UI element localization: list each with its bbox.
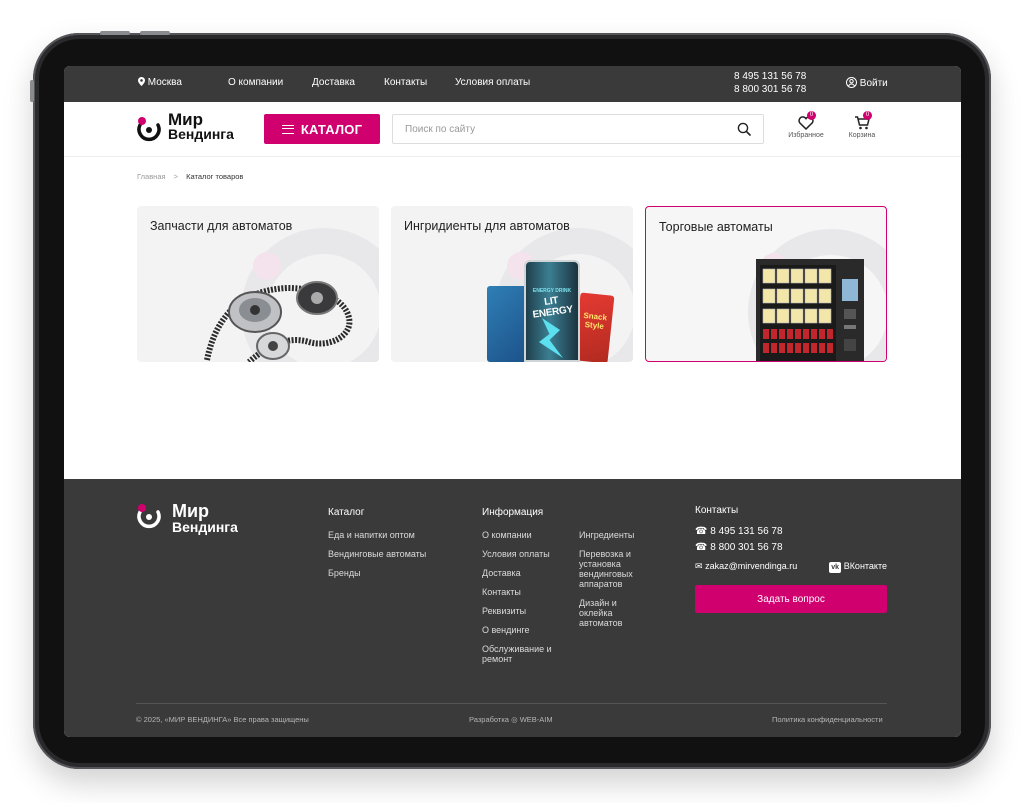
privacy-policy-link[interactable]: Политика конфиденциальности — [772, 715, 883, 724]
footer-vk-link[interactable]: vk ВКонтакте — [829, 561, 887, 573]
category-title: Запчасти для автоматов — [150, 219, 293, 233]
footer-link[interactable]: Реквизиты — [482, 606, 562, 616]
footer-info-title: Информация — [482, 507, 544, 518]
site-logo[interactable]: Мир Вендинга — [136, 110, 234, 142]
footer-logo-line-1: Мир — [172, 501, 210, 521]
browser-screen: Москва О компании Доставка Контакты Усло… — [64, 66, 961, 737]
footer-info-column: Информация О компании Условия оплаты Дос… — [482, 507, 562, 673]
cart-icon — [854, 116, 870, 132]
footer-divider — [136, 703, 887, 704]
footer-phone-2[interactable]: ☎ 8 800 301 56 78 — [695, 542, 887, 553]
breadcrumb-home[interactable]: Главная — [137, 172, 166, 181]
favorites-link[interactable]: 0 Избранное — [782, 111, 830, 139]
category-card-ingredients[interactable]: Ингридиенты для автоматов Snack Style EN… — [391, 206, 633, 362]
footer-link[interactable]: О компании — [482, 530, 562, 540]
snack-pack-label: Snack Style — [582, 310, 608, 331]
logo-mark-icon — [136, 503, 162, 534]
nav-payment[interactable]: Условия оплаты — [455, 77, 530, 88]
category-title: Ингридиенты для автоматов — [404, 219, 570, 233]
nav-about[interactable]: О компании — [228, 77, 283, 88]
tablet-button — [100, 31, 130, 35]
footer-catalog-title: Каталог — [328, 507, 365, 518]
city-selector[interactable]: Москва — [138, 77, 182, 88]
breadcrumb-current: Каталог товаров — [186, 172, 244, 181]
footer-email[interactable]: ✉ zakaz@mirvendinga.ru — [695, 561, 797, 573]
footer-link[interactable]: Еда и напитки оптом — [328, 530, 426, 540]
footer-vk-text: ВКонтакте — [843, 561, 887, 571]
footer-phone-1[interactable]: ☎ 8 495 131 56 78 — [695, 526, 887, 537]
favorites-count-badge: 0 — [807, 111, 816, 120]
location-pin-icon — [138, 77, 145, 86]
footer-link[interactable]: Ингредиенты — [579, 530, 647, 540]
energy-drink-can-image: ENERGY DRINK LIT ENERGY — [524, 260, 580, 362]
footer-link[interactable]: Контакты — [482, 587, 562, 597]
menu-icon — [281, 124, 294, 134]
footer-link[interactable]: Доставка — [482, 568, 562, 578]
category-card-vending-machines[interactable]: Торговые автоматы — [645, 206, 887, 362]
cart-count-badge: 0 — [863, 111, 872, 120]
phone-icon: ☎ — [695, 526, 708, 537]
search-placeholder: Поиск по сайту — [405, 124, 476, 135]
developer-credit[interactable]: Разработка ◎ WEB-AIM — [469, 715, 553, 724]
tablet-button — [140, 31, 170, 35]
catalog-button[interactable]: КАТАЛОГ — [264, 114, 380, 144]
footer-link[interactable]: О вендинге — [482, 625, 562, 635]
top-bar: Москва О компании Доставка Контакты Усло… — [64, 66, 961, 102]
search-icon[interactable] — [737, 122, 751, 141]
phone-icon: ☎ — [695, 542, 708, 553]
favorites-label: Избранное — [788, 132, 824, 139]
footer-contacts-title: Контакты — [695, 505, 739, 516]
catalog-button-label: КАТАЛОГ — [300, 121, 363, 137]
search-input[interactable]: Поиск по сайту — [392, 114, 764, 144]
footer-email-vk-row: ✉ zakaz@mirvendinga.ru vk ВКонтакте — [695, 561, 887, 573]
nav-delivery[interactable]: Доставка — [312, 77, 355, 88]
footer-link[interactable]: Вендинговые автоматы — [328, 549, 426, 559]
developer-prefix: Разработка — [469, 715, 509, 724]
footer-phone-2-text: 8 800 301 56 78 — [710, 542, 783, 553]
developer-name: WEB-AIM — [519, 715, 553, 724]
phone-2[interactable]: 8 800 301 56 78 — [734, 83, 806, 96]
mail-icon: ✉ — [695, 561, 703, 571]
vending-machine-image — [756, 259, 864, 361]
logo-line-2: Вендинга — [168, 126, 234, 142]
footer-info-column-2: Ингредиенты Перевозка и установка вендин… — [579, 530, 647, 637]
footer-link[interactable]: Перевозка и установка вендинговых аппара… — [579, 549, 647, 589]
user-icon — [846, 77, 857, 91]
copyright-text: © 2025, «МИР ВЕНДИНГА» Все права защищен… — [136, 715, 309, 724]
nav-contacts[interactable]: Контакты — [384, 77, 427, 88]
site-footer: Мир Вендинга Каталог Еда и напитки оптом… — [64, 479, 961, 737]
footer-link[interactable]: Дизайн и оклейка автоматов — [579, 598, 647, 628]
login-label: Войти — [859, 78, 888, 89]
city-label: Москва — [147, 77, 182, 88]
phone-1[interactable]: 8 495 131 56 78 — [734, 70, 806, 83]
globe-icon: ◎ — [511, 715, 518, 724]
footer-catalog-column: Каталог Еда и напитки оптом Вендинговые … — [328, 507, 426, 587]
footer-email-text: zakaz@mirvendinga.ru — [705, 561, 798, 571]
ask-question-button[interactable]: Задать вопрос — [695, 585, 887, 613]
footer-phone-1-text: 8 495 131 56 78 — [710, 526, 783, 537]
tablet-button — [30, 80, 34, 102]
cart-link[interactable]: 0 Корзина — [842, 111, 882, 139]
cart-label: Корзина — [848, 132, 876, 139]
logo-line-1: Мир — [168, 110, 203, 129]
timing-belt-image — [204, 281, 353, 362]
header-phones: 8 495 131 56 78 8 800 301 56 78 — [734, 70, 806, 96]
category-card-parts[interactable]: Запчасти для автоматов — [137, 206, 379, 362]
footer-link[interactable]: Бренды — [328, 568, 426, 578]
breadcrumb: Главная > Каталог товаров — [137, 172, 243, 181]
heart-icon — [798, 116, 814, 132]
footer-link[interactable]: Обслуживание и ремонт — [482, 644, 562, 664]
footer-link[interactable]: Условия оплаты — [482, 549, 562, 559]
breadcrumb-separator: > — [173, 172, 179, 181]
login-button[interactable]: Войти — [846, 77, 888, 91]
footer-logo[interactable]: Мир Вендинга — [136, 501, 238, 535]
footer-logo-line-2: Вендинга — [172, 519, 238, 535]
can-label: LIT ENERGY — [531, 295, 574, 321]
footer-contacts: Контакты ☎ 8 495 131 56 78 ☎ 8 800 301 5… — [695, 505, 887, 573]
category-title: Торговые автоматы — [659, 220, 773, 234]
logo-mark-icon — [136, 116, 161, 142]
site-header: Мир Вендинга КАТАЛОГ Поиск по сайту 0 Из… — [64, 102, 961, 157]
vk-icon: vk — [829, 562, 842, 573]
